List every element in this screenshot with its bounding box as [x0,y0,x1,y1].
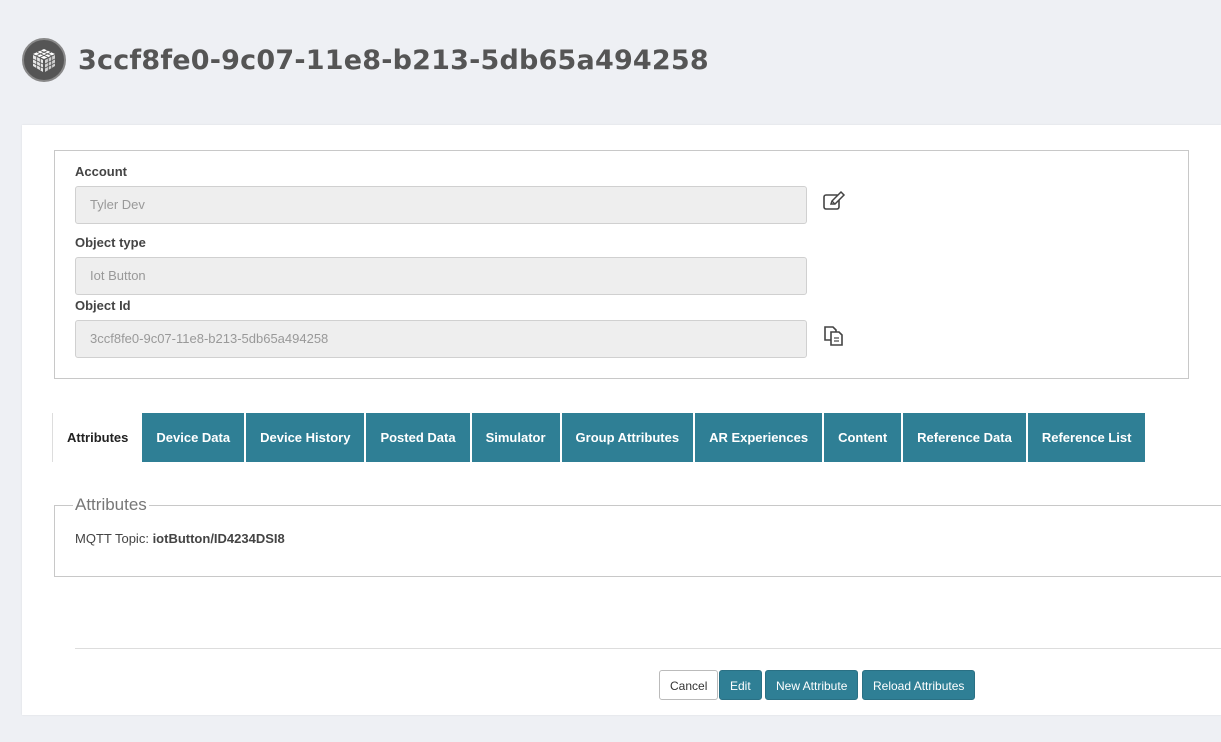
mqtt-topic-label: MQTT Topic: [75,531,149,546]
tab-attributes[interactable]: Attributes [52,413,143,462]
tab-reference-list[interactable]: Reference List [1027,413,1148,462]
tab-bar: Attributes Device Data Device History Po… [52,413,1148,462]
tab-reference-data[interactable]: Reference Data [903,413,1028,462]
mqtt-topic-value: iotButton/ID4234DSI8 [152,531,285,546]
tab-content[interactable]: Content [824,413,904,462]
tab-device-data[interactable]: Device Data [142,413,247,462]
attributes-panel: Attributes MQTT Topic: iotButton/ID4234D… [54,495,1221,577]
tab-device-history[interactable]: Device History [246,413,367,462]
account-field[interactable]: Tyler Dev [75,186,807,224]
object-type-field[interactable]: Iot Button [75,257,807,295]
divider [75,648,1221,649]
cube-icon [22,38,66,82]
object-info-panel: Account Tyler Dev Object type Iot Button… [54,150,1189,379]
main-card: Account Tyler Dev Object type Iot Button… [22,125,1221,715]
cancel-button[interactable]: Cancel [659,670,719,700]
account-label: Account [75,164,127,179]
tab-posted-data[interactable]: Posted Data [366,413,472,462]
tab-ar-experiences[interactable]: AR Experiences [695,413,825,462]
edit-icon[interactable] [822,190,846,214]
page-header: 3ccf8fe0-9c07-11e8-b213-5db65a494258 [22,36,709,84]
attributes-legend: Attributes [75,495,147,514]
tab-simulator[interactable]: Simulator [471,413,562,462]
copy-icon[interactable] [822,324,846,348]
object-id-field[interactable]: 3ccf8fe0-9c07-11e8-b213-5db65a494258 [75,320,807,358]
object-id-label: Object Id [75,298,131,313]
mqtt-topic-row: MQTT Topic: iotButton/ID4234DSI8 [75,531,1221,546]
tab-group-attributes[interactable]: Group Attributes [561,413,696,462]
object-type-label: Object type [75,235,146,250]
edit-button[interactable]: Edit [719,670,762,700]
new-attribute-button[interactable]: New Attribute [765,670,859,700]
reload-attributes-button[interactable]: Reload Attributes [862,670,976,700]
page-title: 3ccf8fe0-9c07-11e8-b213-5db65a494258 [78,44,709,76]
